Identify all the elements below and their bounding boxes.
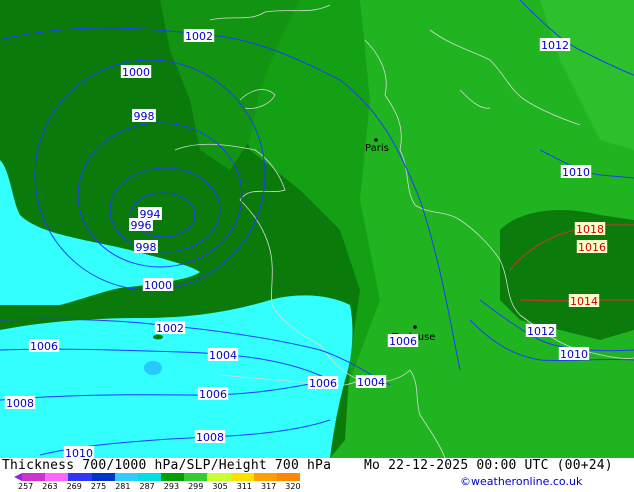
weather-map: Paris Toulouse 1002100099899499699810001… — [0, 0, 634, 460]
legend-swatch — [276, 473, 301, 481]
isobar-label-text: 998 — [134, 110, 155, 123]
valid-time: Mo 22-12-2025 00:00 UTC (00+24) — [364, 458, 613, 473]
isobar-label: 1018 — [574, 222, 606, 236]
isobar-label: 1010 — [558, 347, 590, 361]
isobar-label-text: 1012 — [541, 39, 569, 52]
isobar-label: 1008 — [4, 396, 36, 410]
isobar-label: 1004 — [207, 348, 239, 362]
isobar-label: 1012 — [539, 38, 571, 52]
warm-spot — [153, 334, 163, 340]
legend-color-bar — [22, 473, 301, 481]
cold-pool — [144, 361, 162, 375]
legend-arrow-icon — [14, 473, 22, 481]
isobar-label: 1006 — [28, 339, 60, 353]
isobar-label: 1012 — [525, 324, 557, 338]
isobar-label: 1008 — [194, 430, 226, 444]
isobar-label-text: 1006 — [199, 388, 227, 401]
isobar-label-text: 1004 — [209, 349, 237, 362]
isobar-label: 1004 — [355, 375, 387, 389]
isobar-label-text: 1000 — [144, 279, 172, 292]
paris-marker — [374, 138, 378, 142]
legend-swatch — [91, 473, 115, 481]
isobar-label: 998 — [134, 240, 158, 254]
isobar-label: 1000 — [142, 278, 174, 292]
isobar-label-text: 1002 — [156, 322, 184, 335]
map-footer: Thickness 700/1000 hPa/SLP/Height 700 hP… — [0, 458, 634, 492]
isobar-label: 998 — [132, 109, 156, 123]
map-title: Thickness 700/1000 hPa/SLP/Height 700 hP… — [2, 458, 332, 473]
city-label-paris: Paris — [365, 143, 389, 154]
isobar-label-text: 1016 — [578, 241, 606, 254]
legend-swatch — [137, 473, 162, 481]
isobar-label: 1006 — [197, 387, 229, 401]
isobar-label-text: 1006 — [309, 377, 337, 390]
isobar-label-text: 998 — [136, 241, 157, 254]
isobar-label: 1014 — [568, 294, 600, 308]
isobar-label-text: 1000 — [122, 66, 150, 79]
legend-swatch — [184, 473, 208, 481]
isobar-label-text: 1002 — [185, 30, 213, 43]
isobar-label-text: 1006 — [30, 340, 58, 353]
isobar-label-text: 1018 — [576, 223, 604, 236]
legend-swatch — [22, 473, 46, 481]
isobar-label: 1006 — [307, 376, 339, 390]
isobar-label-text: 996 — [131, 219, 152, 232]
isobar-label: 996 — [129, 218, 153, 232]
isobar-label: 1000 — [120, 65, 152, 79]
legend-tick-labels: 257 263 269 275 281 287 293 299 305 311 317 320 — [18, 482, 318, 492]
isobar-label: 1002 — [183, 29, 215, 43]
isobar-label-text: 1010 — [65, 447, 93, 458]
isobar-label-text: 1014 — [570, 295, 598, 308]
map-canvas: Paris Toulouse 1002100099899499699810001… — [0, 0, 634, 460]
legend-swatch — [68, 473, 92, 481]
isobar-label-text: 1010 — [562, 166, 590, 179]
toulouse-marker — [413, 325, 417, 329]
isobar-label-text: 1008 — [196, 431, 224, 444]
isobar-label-text: 1010 — [560, 348, 588, 361]
isobar-label: 1010 — [63, 446, 95, 460]
legend-swatch — [253, 473, 277, 481]
legend-swatch — [207, 473, 231, 481]
isobar-label-text: 1008 — [6, 397, 34, 410]
isobar-label: 1010 — [560, 165, 592, 179]
isobar-label-text: 1004 — [357, 376, 385, 389]
credit-link[interactable]: ©weatheronline.co.uk — [460, 475, 582, 488]
isobar-label-text: 1012 — [527, 325, 555, 338]
isobar-label-text: 1006 — [389, 335, 417, 348]
legend-swatch — [161, 473, 185, 481]
isobar-label: 1006 — [387, 334, 419, 348]
legend-swatch — [230, 473, 254, 481]
isobar-label: 1016 — [576, 240, 608, 254]
legend-swatch — [114, 473, 138, 481]
isobar-label: 1002 — [154, 321, 186, 335]
legend-swatch — [45, 473, 69, 481]
